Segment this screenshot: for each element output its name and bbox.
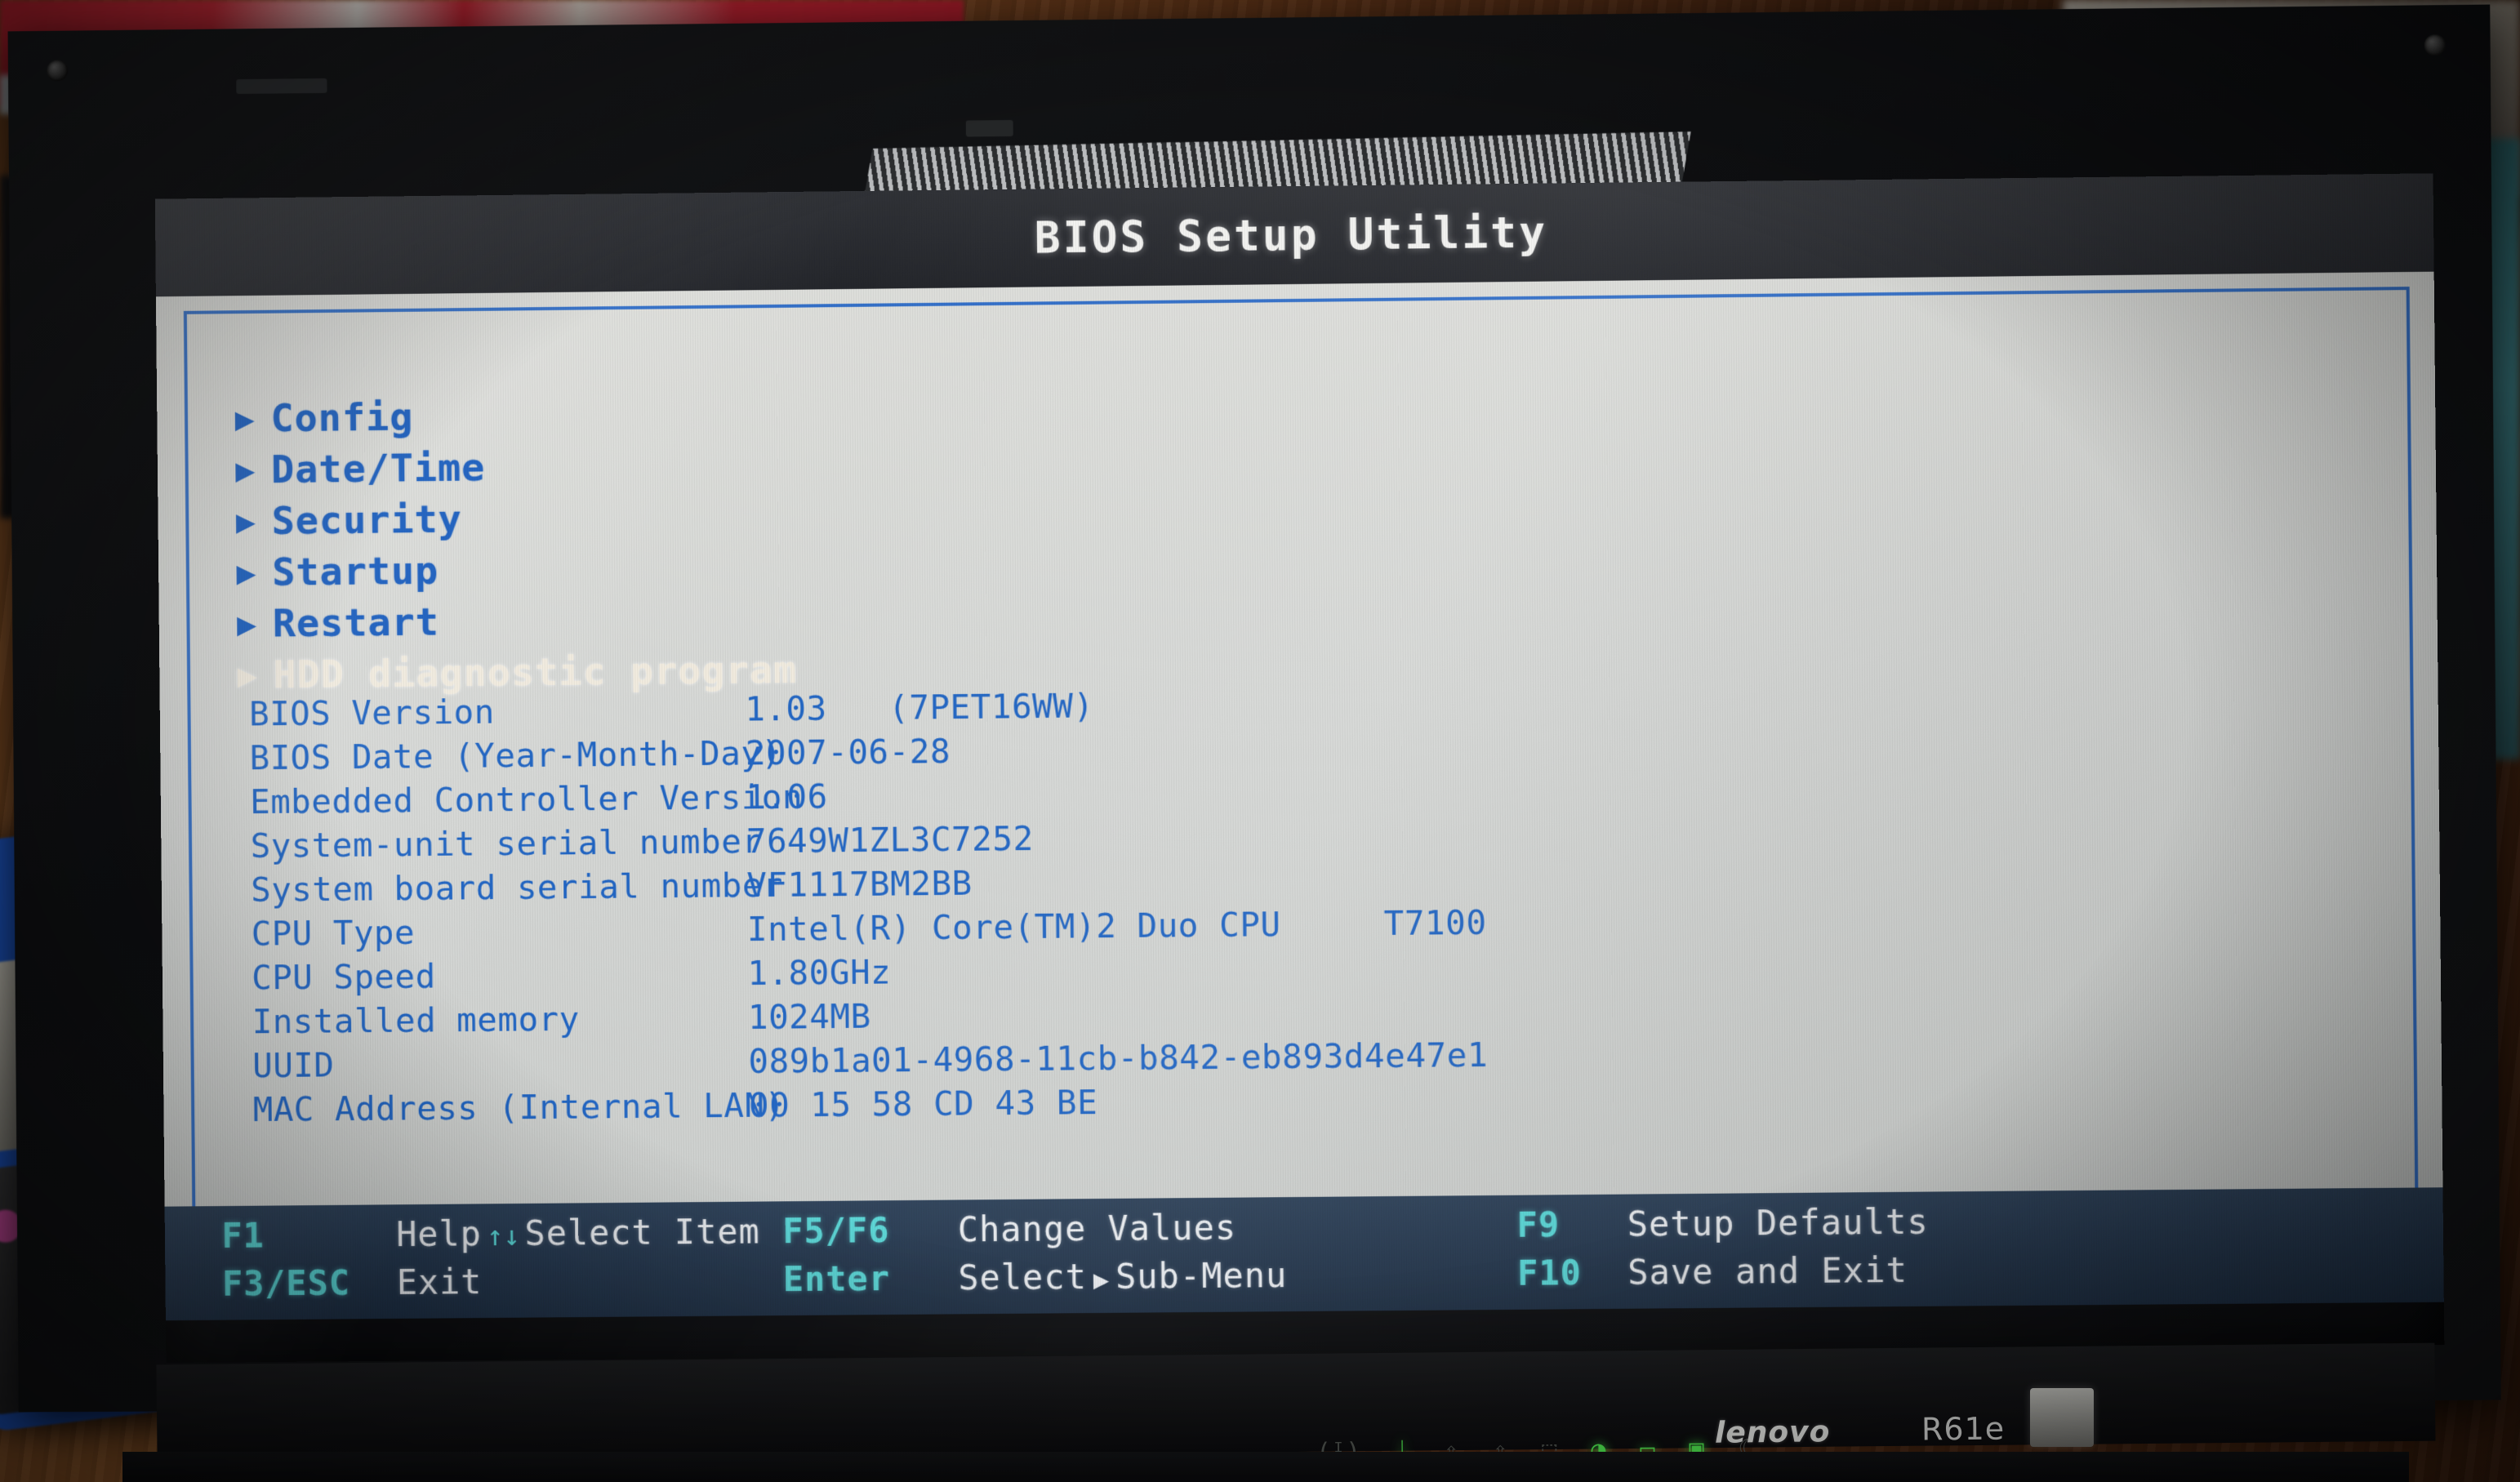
help-column-actions: F9 Setup Defaults F10 Save and Exit (1516, 1200, 2090, 1293)
info-value: 1.03 (7PET16WW) (745, 686, 1094, 729)
bios-main-menu: ▶ Config ▶ Date/Time ▶ Security ▶ Startu… (234, 388, 798, 701)
system-information-table: BIOS Version 1.03 (7PET16WW) BIOS Date (… (249, 683, 1489, 1134)
submenu-arrow-icon: ▶ (237, 656, 257, 695)
lid-latch-center (965, 119, 1013, 137)
help-entry-f1[interactable]: F1 Help ↑↓ Select Item (221, 1211, 782, 1256)
info-label: System-unit serial number (250, 821, 763, 866)
submenu-arrow-icon: ▶ (1093, 1263, 1110, 1296)
help-key: F3/ESC (221, 1262, 351, 1304)
info-label: Embedded Controller Version (249, 777, 804, 822)
help-entry-enter[interactable]: Enter Select ▶ Sub-Menu (783, 1253, 1518, 1299)
laptop-device: BIOS Setup Utility ▶ Config ▶ Date/Time … (0, 0, 2520, 1482)
info-value: Intel(R) Core(TM)2 Duo CPU T7100 (746, 902, 1487, 950)
info-label: MAC Address (Internal LAN) (252, 1085, 786, 1130)
menu-item-restart[interactable]: ▶ Restart (237, 593, 797, 650)
info-label: CPU Type (251, 912, 416, 954)
help-desc: Save and Exit (1627, 1249, 1908, 1293)
info-label: BIOS Date (Year-Month-Day) (249, 733, 782, 778)
help-key: F5/F6 (782, 1210, 890, 1252)
submenu-arrow-icon: ▶ (234, 400, 255, 438)
laptop-base (122, 1452, 2409, 1482)
laptop-screen: BIOS Setup Utility ▶ Config ▶ Date/Time … (154, 173, 2445, 1364)
power-button[interactable] (2030, 1388, 2094, 1447)
info-value: VF1117BM2BB (746, 863, 973, 906)
lid-latch-left (236, 78, 327, 95)
info-label: System board serial number (250, 865, 784, 910)
help-desc-secondary: Sub-Menu (1115, 1255, 1288, 1297)
help-entry-f5-f6[interactable]: F5/F6 Change Values (782, 1205, 1517, 1252)
help-column-navigation: F1 Help ↑↓ Select Item F3/ESC Exit (221, 1211, 783, 1304)
help-desc: Help (396, 1213, 483, 1255)
help-desc: Select (958, 1257, 1088, 1298)
menu-item-label: Date/Time (270, 445, 486, 493)
help-desc: Exit (396, 1262, 483, 1302)
info-value: 1024MB (747, 996, 871, 1037)
info-value: 089b1a01-4968-11cb-b842-eb893d4e47e1 (748, 1035, 1489, 1081)
info-label: CPU Speed (251, 956, 436, 998)
bios-content-area: ▶ Config ▶ Date/Time ▶ Security ▶ Startu… (155, 271, 2444, 1266)
bezel-screw (47, 60, 69, 82)
up-down-arrow-icon: ↑↓ (486, 1219, 520, 1253)
info-value: 2007-06-28 (745, 732, 951, 773)
submenu-arrow-icon: ▶ (236, 554, 256, 592)
model-label: R61e (1921, 1410, 2006, 1448)
lenovo-logo: lenovo (1714, 1415, 1831, 1450)
bezel-screw (2424, 34, 2447, 56)
help-desc-secondary: Select Item (524, 1211, 760, 1253)
info-label: Installed memory (252, 999, 580, 1042)
menu-item-label: Config (270, 394, 414, 442)
help-key: F9 (1516, 1204, 1561, 1245)
menu-item-label: Restart (272, 599, 440, 647)
info-value: 1.06 (746, 777, 829, 817)
help-desc: Setup Defaults (1627, 1201, 1929, 1244)
help-key: Enter (782, 1258, 891, 1300)
help-desc: Change Values (957, 1207, 1237, 1250)
help-entry-f10[interactable]: F10 Save and Exit (1517, 1248, 2090, 1293)
submenu-arrow-icon: ▶ (235, 451, 256, 490)
info-value: 7649W1ZL3C7252 (746, 819, 1034, 861)
menu-item-date-time[interactable]: ▶ Date/Time (235, 438, 795, 496)
info-value: 00 15 58 CD 43 BE (748, 1083, 1098, 1125)
page-title: BIOS Setup Utility (1034, 207, 1548, 264)
menu-item-security[interactable]: ▶ Security (236, 490, 796, 547)
help-key: F1 (221, 1215, 265, 1256)
menu-item-label: Startup (272, 548, 439, 595)
help-key: F10 (1516, 1253, 1583, 1293)
help-entry-f9[interactable]: F9 Setup Defaults (1516, 1200, 2090, 1245)
bios-help-bar: F1 Help ↑↓ Select Item F3/ESC Exit F5/F6… (164, 1187, 2444, 1321)
submenu-arrow-icon: ▶ (236, 605, 257, 643)
submenu-arrow-icon: ▶ (235, 502, 256, 541)
info-label: UUID (252, 1045, 335, 1086)
menu-item-config[interactable]: ▶ Config (234, 388, 795, 445)
menu-item-label: Security (271, 496, 463, 544)
info-label: BIOS Version (248, 692, 495, 734)
help-entry-f3-esc[interactable]: F3/ESC Exit (221, 1259, 783, 1304)
info-value: 1.80GHz (747, 952, 892, 994)
menu-item-startup[interactable]: ▶ Startup (236, 541, 796, 599)
help-column-values: F5/F6 Change Values Enter Select ▶ Sub-M… (782, 1205, 1517, 1299)
